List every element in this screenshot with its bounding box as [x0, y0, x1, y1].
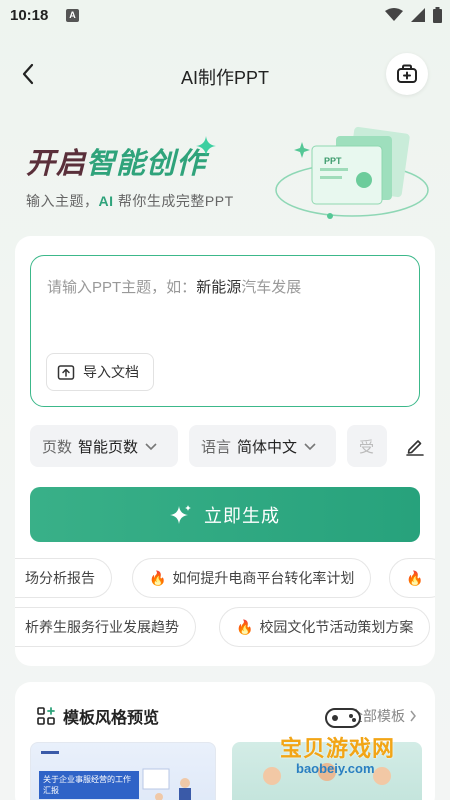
status-time: 10:18 — [10, 7, 49, 24]
audience-select[interactable]: 受 — [347, 425, 387, 467]
generate-button[interactable]: 立即生成 — [30, 487, 420, 542]
thumbnail-accent-bar — [41, 751, 59, 754]
placeholder-post: 汽车发展 — [241, 279, 302, 296]
briefcase-plus-icon — [397, 64, 417, 83]
language-key: 语言 — [201, 438, 232, 456]
signal-icon — [411, 8, 425, 22]
page-title: AI制作PPT — [180, 68, 269, 88]
chevron-down-icon — [304, 443, 316, 451]
sparkle-icon — [196, 136, 216, 156]
import-document-label: 导入文档 — [83, 364, 139, 380]
topic-placeholder: 请输入PPT主题，如：新能源汽车发展 — [47, 276, 301, 297]
edit-options-button[interactable] — [400, 431, 430, 461]
people-illustration-icon — [142, 768, 191, 800]
status-bar: 10:18 A — [0, 0, 450, 32]
thumbnail-title: 关于企业事服经营的工作汇报 — [39, 771, 139, 799]
suggestion-label: 校园文化节活动策划方案 — [259, 619, 414, 635]
suggestion-chip[interactable]: 🔥 如何提升电商平台转化率计划 — [132, 558, 372, 598]
status-icons — [385, 7, 442, 23]
pencil-icon — [406, 440, 424, 456]
watermark: 宝贝游戏网 baobeiy.com — [270, 705, 440, 785]
suggestion-label: 场分析报告 — [25, 570, 95, 586]
hero-title: 开启智能创作 — [26, 140, 206, 182]
placeholder-pre: 请输入PPT主题，如： — [47, 279, 197, 296]
suggestions-row-1: 场分析报告 🔥 如何提升电商平台转化率计划 🔥 — [15, 558, 435, 600]
gamepad-logo-icon — [325, 708, 361, 728]
hero-title-part1: 开启 — [26, 148, 87, 180]
page-count-key: 页数 — [42, 438, 73, 456]
hero-subtitle-pre: 输入主题， — [26, 193, 99, 209]
topic-input[interactable]: 请输入PPT主题，如：新能源汽车发展 导入文档 — [30, 255, 420, 407]
briefcase-button[interactable] — [386, 53, 428, 95]
battery-icon — [433, 7, 442, 23]
notification-icon: A — [66, 9, 79, 22]
ppt-illustration-icon: PPT — [275, 126, 429, 219]
wifi-icon — [385, 8, 403, 21]
fire-icon: 🔥 — [406, 569, 424, 586]
grid-plus-icon — [37, 707, 55, 725]
app-header: AI制作PPT — [0, 52, 450, 96]
options-row: 页数 智能页数 语言 简体中文 受 — [30, 425, 435, 467]
generate-label: 立即生成 — [204, 505, 280, 526]
suggestion-chip[interactable]: 场分析报告 — [15, 558, 112, 598]
page-count-value: 智能页数 — [78, 438, 139, 456]
suggestion-label: 析养生服务行业发展趋势 — [25, 619, 179, 635]
ppt-illustration-label: PPT — [324, 156, 342, 166]
upload-icon — [57, 365, 75, 380]
hero-title-part2: 智能创作 — [86, 148, 207, 180]
fire-icon: 🔥 — [149, 569, 167, 586]
suggestion-chip[interactable]: 🔥 — [389, 558, 435, 598]
import-document-button[interactable]: 导入文档 — [46, 353, 154, 391]
hero-subtitle-post: 帮你生成完整PPT — [113, 193, 234, 209]
create-card: 请输入PPT主题，如：新能源汽车发展 导入文档 页数 智能页数 语言 简体中文 … — [15, 236, 435, 666]
template-section-header: 模板风格预览 — [37, 704, 159, 728]
suggestions-row-2: 析养生服务行业发展趋势 🔥 校园文化节活动策划方案 — [15, 607, 435, 649]
audience-key: 受 — [359, 438, 375, 456]
placeholder-em: 新能源 — [196, 279, 242, 296]
suggestion-label: 如何提升电商平台转化率计划 — [172, 570, 355, 586]
fire-icon: 🔥 — [236, 618, 254, 635]
hero-subtitle: 输入主题，AI 帮你生成完整PPT — [26, 191, 234, 211]
watermark-text: 宝贝游戏网 — [280, 736, 396, 761]
sparkle-icon — [170, 504, 191, 524]
language-value: 简体中文 — [237, 438, 298, 456]
suggestion-chip[interactable]: 析养生服务行业发展趋势 — [15, 607, 196, 647]
template-section-title: 模板风格预览 — [63, 710, 160, 727]
page-count-select[interactable]: 页数 智能页数 — [30, 425, 178, 467]
hero-subtitle-ai: AI — [98, 193, 114, 209]
template-thumbnail[interactable]: 关于企业事服经营的工作汇报 — [30, 742, 216, 800]
chevron-down-icon — [145, 443, 157, 451]
suggestion-chip[interactable]: 🔥 校园文化节活动策划方案 — [219, 607, 431, 647]
language-select[interactable]: 语言 简体中文 — [189, 425, 336, 467]
watermark-url: baobeiy.com — [296, 761, 375, 776]
